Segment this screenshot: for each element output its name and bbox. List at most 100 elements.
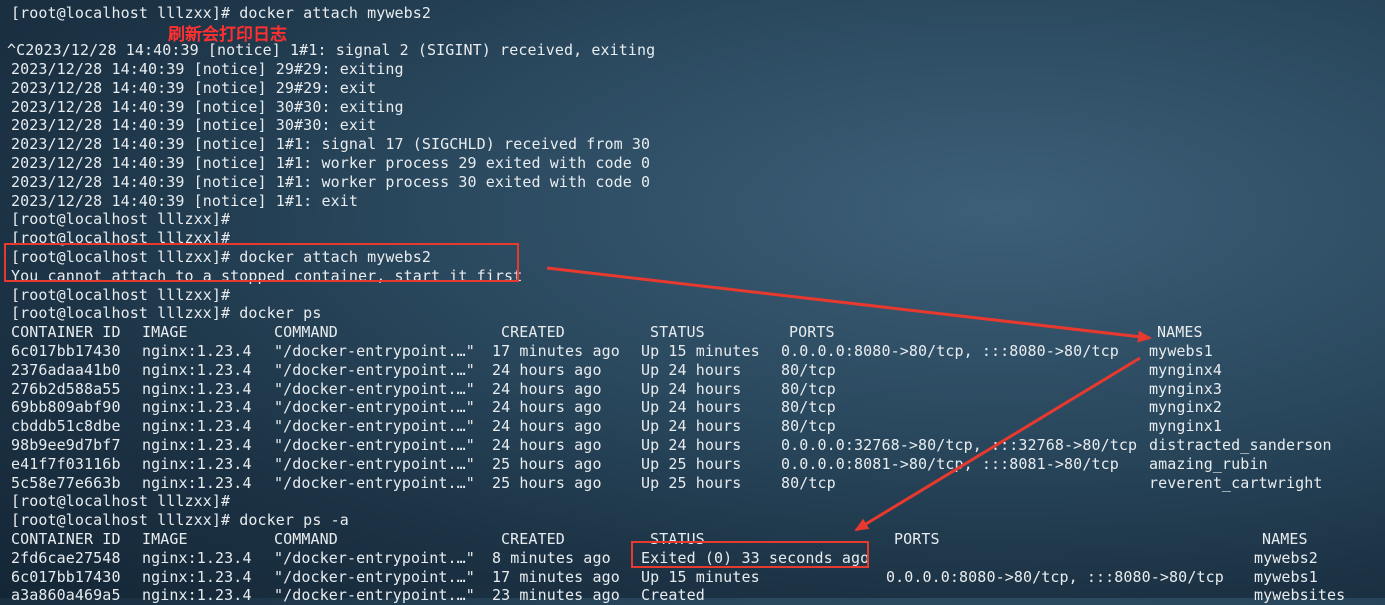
terminal-text: CREATED — [501, 323, 565, 342]
terminal-text: "/docker-entrypoint.…" — [274, 473, 475, 492]
terminal-text: Up 24 hours — [641, 417, 742, 436]
terminal-text: 24 hours ago — [492, 435, 602, 454]
terminal-line: cbddb51c8dbe nginx:1.23.4 "/docker-entrypo… — [0, 417, 1385, 436]
terminal-text: 2023/12/28 14:40:39 [notice] 1#1: exit — [11, 191, 358, 210]
terminal-text: 2376adaa41b0 — [11, 360, 121, 379]
terminal-text: 2023/12/28 14:40:39 [notice] 29#29: exit — [11, 78, 377, 97]
terminal-text: "/docker-entrypoint.…" — [274, 567, 475, 586]
terminal-text: 24 hours ago — [492, 379, 602, 398]
terminal-line: 5c58e77e663b nginx:1.23.4 "/docker-entrypo… — [0, 474, 1385, 493]
terminal-text: 80/tcp — [781, 398, 836, 417]
exited-status-highlight-box — [631, 541, 869, 568]
terminal-line: [root@localhost lllzxx]# docker ps -a — [0, 511, 1385, 530]
terminal-text: Up 25 hours — [641, 454, 742, 473]
terminal-text: a3a860a469a5 — [11, 586, 121, 605]
terminal-text: 2023/12/28 14:40:39 [notice] 30#30: exit — [11, 116, 377, 135]
terminal-text: STATUS — [650, 323, 705, 342]
terminal-text: "/docker-entrypoint.…" — [274, 341, 475, 360]
terminal-text: "/docker-entrypoint.…" — [274, 435, 475, 454]
terminal-text: nginx:1.23.4 — [142, 454, 252, 473]
terminal-text: mywebsites — [1254, 586, 1346, 605]
terminal-text: 98b9ee9d7bf7 — [11, 435, 121, 454]
terminal-line: 2023/12/28 14:40:39 [notice] 1#1: signal… — [0, 135, 1385, 154]
terminal-line: 98b9ee9d7bf7 nginx:1.23.4 "/docker-entrypo… — [0, 436, 1385, 455]
terminal-text: CONTAINER ID — [11, 529, 121, 548]
terminal-text: nginx:1.23.4 — [142, 435, 252, 454]
terminal-text: mywebs1 — [1149, 341, 1213, 360]
terminal-text: 0.0.0.0:8080->80/tcp, :::8080->80/tcp — [781, 341, 1119, 360]
terminal-text: mynginx4 — [1149, 360, 1223, 379]
terminal-text: "/docker-entrypoint.…" — [274, 454, 475, 473]
terminal-text: nginx:1.23.4 — [142, 341, 252, 360]
terminal-text: mynginx2 — [1149, 398, 1223, 417]
terminal-text: PORTS — [894, 529, 940, 548]
attach-error-highlight-box — [4, 243, 519, 282]
terminal-text: Up 24 hours — [641, 360, 742, 379]
terminal-text: 2023/12/28 14:40:39 [notice] 30#30: exit… — [11, 97, 404, 116]
terminal-text: 0.0.0.0:8081->80/tcp, :::8081->80/tcp — [781, 454, 1119, 473]
terminal-text: nginx:1.23.4 — [142, 567, 252, 586]
terminal-text: Up 15 minutes — [641, 341, 760, 360]
terminal-text: nginx:1.23.4 — [142, 398, 252, 417]
terminal-line: 2023/12/28 14:40:39 [notice] 29#29: exit… — [0, 60, 1385, 79]
terminal-text: 2023/12/28 14:40:39 [notice] 1#1: worker… — [11, 172, 651, 191]
terminal-text: NAMES — [1157, 323, 1203, 342]
terminal-text: "/docker-entrypoint.…" — [274, 360, 475, 379]
terminal-line: 2023/12/28 14:40:39 [notice] 29#29: exit — [0, 79, 1385, 98]
terminal-line: e41f7f03116b nginx:1.23.4 "/docker-entrypo… — [0, 455, 1385, 474]
terminal-text: 6c017bb17430 — [11, 341, 121, 360]
terminal-line: 6c017bb17430 nginx:1.23.4 "/docker-entrypo… — [0, 568, 1385, 587]
terminal-text: 24 hours ago — [492, 398, 602, 417]
terminal-line: 2376adaa41b0 nginx:1.23.4 "/docker-entrypo… — [0, 361, 1385, 380]
terminal-text: 2fd6cae27548 — [11, 548, 121, 567]
terminal-text: Up 15 minutes — [641, 567, 760, 586]
terminal-text: 5c58e77e663b — [11, 473, 121, 492]
terminal-text: ^C2023/12/28 14:40:39 [notice] 1#1: sign… — [7, 41, 656, 60]
annotation-note: 刷新会打印日志 — [168, 25, 287, 45]
terminal-text: [root@localhost lllzxx]# — [11, 285, 231, 304]
terminal-text: 2023/12/28 14:40:39 [notice] 29#29: exit… — [11, 59, 404, 78]
terminal-text: 0.0.0.0:32768->80/tcp, :::32768->80/tcp — [781, 435, 1138, 454]
terminal-text: mynginx1 — [1149, 417, 1223, 436]
terminal-text: 25 hours ago — [492, 473, 602, 492]
terminal-line: 6c017bb17430 nginx:1.23.4 "/docker-entrypo… — [0, 342, 1385, 361]
terminal-line: 69bb809abf90 nginx:1.23.4 "/docker-entrypo… — [0, 398, 1385, 417]
terminal-text: COMMAND — [274, 529, 338, 548]
terminal-text: 2023/12/28 14:40:39 [notice] 1#1: signal… — [11, 135, 651, 154]
terminal-text: [root@localhost lllzxx]# docker ps -a — [11, 511, 349, 530]
terminal-text: 0.0.0.0:8080->80/tcp, :::8080->80/tcp — [886, 567, 1224, 586]
terminal-line: [root@localhost lllzxx]# — [0, 492, 1385, 511]
terminal-text: Up 24 hours — [641, 379, 742, 398]
terminal-text: "/docker-entrypoint.…" — [274, 417, 475, 436]
terminal-text: reverent_cartwright — [1149, 473, 1323, 492]
terminal-line: a3a860a469a5 nginx:1.23.4 "/docker-entrypo… — [0, 586, 1385, 605]
terminal-text: IMAGE — [142, 529, 188, 548]
terminal-text: PORTS — [789, 323, 835, 342]
terminal-text: 276b2d588a55 — [11, 379, 121, 398]
terminal-window[interactable]: [root@localhost lllzxx]# docker attach m… — [0, 0, 1385, 604]
terminal-text: mywebs1 — [1254, 567, 1318, 586]
terminal-text: 24 hours ago — [492, 417, 602, 436]
terminal-text: 80/tcp — [781, 379, 836, 398]
terminal-text: 8 minutes ago — [492, 548, 611, 567]
terminal-line: [root@localhost lllzxx]# docker ps — [0, 304, 1385, 323]
terminal-text: 24 hours ago — [492, 360, 602, 379]
terminal-text: mynginx3 — [1149, 379, 1223, 398]
terminal-text: 2023/12/28 14:40:39 [notice] 1#1: worker… — [11, 153, 651, 172]
terminal-text: CREATED — [501, 529, 565, 548]
terminal-text: 80/tcp — [781, 473, 836, 492]
terminal-text: nginx:1.23.4 — [142, 548, 252, 567]
terminal-line: 2023/12/28 14:40:39 [notice] 1#1: worker… — [0, 154, 1385, 173]
terminal-text: CONTAINER ID — [11, 323, 121, 342]
terminal-text: 80/tcp — [781, 417, 836, 436]
terminal-text: [root@localhost lllzxx]# — [11, 492, 231, 511]
terminal-text: mywebs2 — [1254, 548, 1318, 567]
terminal-text: Created — [641, 586, 705, 605]
terminal-text: Up 24 hours — [641, 435, 742, 454]
terminal-line: [root@localhost lllzxx]# — [0, 286, 1385, 305]
terminal-text: "/docker-entrypoint.…" — [274, 548, 475, 567]
terminal-text: "/docker-entrypoint.…" — [274, 586, 475, 605]
terminal-text: 17 minutes ago — [492, 341, 620, 360]
terminal-text: [root@localhost lllzxx]# docker ps — [11, 304, 322, 323]
terminal-text: "/docker-entrypoint.…" — [274, 379, 475, 398]
